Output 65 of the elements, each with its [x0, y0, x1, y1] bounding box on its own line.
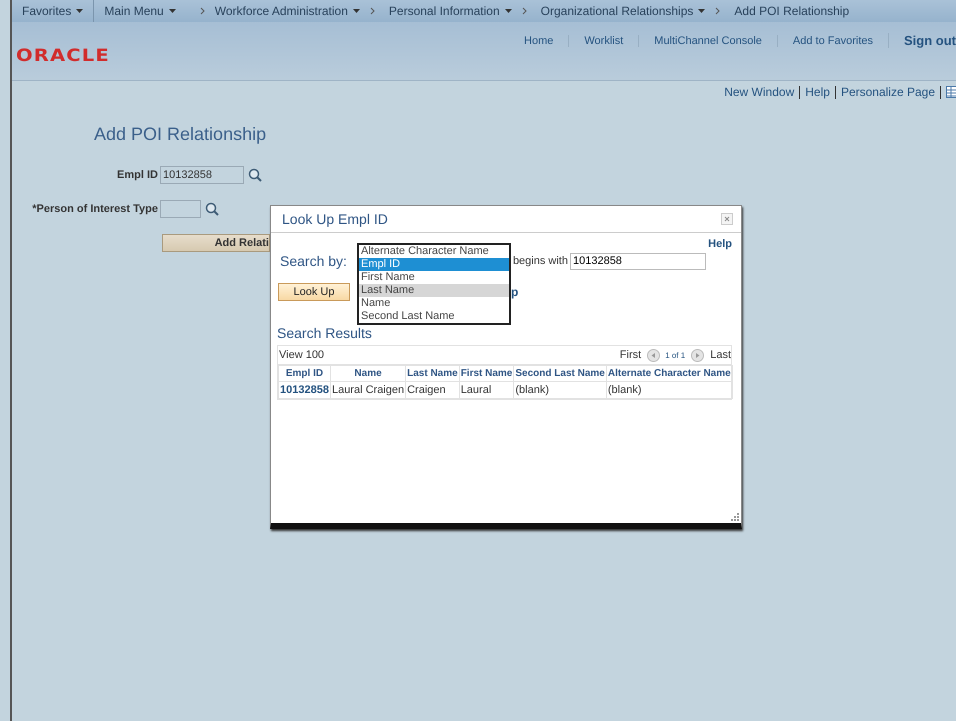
chevron-icon — [522, 7, 527, 15]
header-link[interactable]: Worklist — [568, 34, 638, 46]
header-link[interactable]: Sign out — [888, 33, 956, 48]
breadcrumb-link[interactable]: Workforce Administration — [204, 4, 370, 18]
dropdown-option[interactable]: Empl ID — [359, 258, 509, 271]
field-label: *Person of Interest Type — [32, 203, 158, 215]
table-cell: Laural Craigen — [330, 382, 406, 398]
caret-icon — [76, 9, 84, 13]
column-header[interactable]: Second Last Name — [514, 366, 606, 382]
dropdown-option[interactable]: Name — [359, 297, 509, 310]
search-input[interactable]: 10132858 — [570, 252, 706, 270]
caret-icon — [168, 9, 176, 13]
dropdown-option[interactable]: Alternate Character Name — [359, 245, 509, 258]
search-icon[interactable] — [205, 202, 219, 216]
chevron-icon — [715, 7, 720, 15]
breadcrumb-link[interactable]: Add POI Relationship — [724, 4, 860, 18]
chevron-icon — [200, 7, 205, 15]
column-header[interactable]: Alternate Character Name — [606, 366, 732, 382]
column-header[interactable]: Last Name — [406, 366, 460, 382]
next-icon — [691, 348, 704, 362]
field-label: Empl ID — [117, 169, 158, 181]
table-cell: Craigen — [406, 382, 460, 398]
chevron-icon — [370, 7, 375, 15]
section-title: Search Results — [277, 325, 373, 341]
grid-icon — [946, 86, 956, 98]
dialog-title: Look Up Empl ID — [282, 211, 388, 227]
operator-label: begins with — [512, 255, 568, 267]
header-link[interactable]: MultiChannel Console — [638, 34, 777, 46]
page-title: Add POI Relationship — [94, 124, 268, 146]
column-header[interactable]: First Name — [459, 366, 514, 382]
breadcrumb-link[interactable]: Personal Information — [378, 4, 522, 18]
dropdown-list[interactable]: Alternate Character Name Empl ID First Name Last Name Name Second Last Name — [357, 243, 511, 325]
table-cell: (blank) — [606, 382, 732, 398]
header-link[interactable]: Home — [509, 34, 568, 46]
dropdown-option[interactable]: Second Last Name — [359, 310, 509, 323]
caret-icon — [352, 9, 360, 13]
search-by-label: Search by: — [280, 253, 347, 269]
breadcrumb-link[interactable]: Organizational Relationships — [530, 4, 716, 18]
link[interactable]: p — [511, 285, 518, 299]
page-count: 1 of 1 — [665, 350, 686, 360]
result-link[interactable]: 10132858 — [278, 382, 330, 398]
previous-icon — [647, 348, 660, 362]
view-all-link[interactable]: View 100 — [279, 349, 324, 361]
look-up-button[interactable]: Look Up — [278, 283, 350, 301]
input-field[interactable] — [160, 200, 201, 218]
dropdown-option[interactable]: First Name — [359, 271, 509, 284]
column-header[interactable]: Name — [330, 366, 406, 382]
caret-icon — [504, 9, 512, 13]
resize-grip-icon — [731, 513, 739, 521]
input-field[interactable]: 10132858 — [160, 166, 244, 184]
column-header[interactable]: Empl ID — [278, 366, 330, 382]
page-link[interactable]: Help — [805, 85, 830, 99]
dropdown-option[interactable]: Last Name — [359, 284, 509, 297]
close-icon[interactable] — [721, 213, 733, 225]
breadcrumb-link[interactable]: Main Menu — [94, 4, 186, 18]
search-icon[interactable] — [248, 168, 262, 182]
add-relationship-button[interactable]: Add Relati — [162, 234, 270, 252]
page-link[interactable]: New Window — [724, 85, 794, 99]
caret-icon — [698, 9, 706, 13]
table-cell: Laural — [459, 382, 514, 398]
table-cell: (blank) — [514, 382, 606, 398]
page-link[interactable]: Personalize Page — [840, 85, 935, 99]
breadcrumb-link[interactable]: Favorites — [12, 4, 94, 18]
header-link[interactable]: Add to Favorites — [776, 34, 888, 46]
oracle-logo: ORACLE — [16, 46, 110, 66]
